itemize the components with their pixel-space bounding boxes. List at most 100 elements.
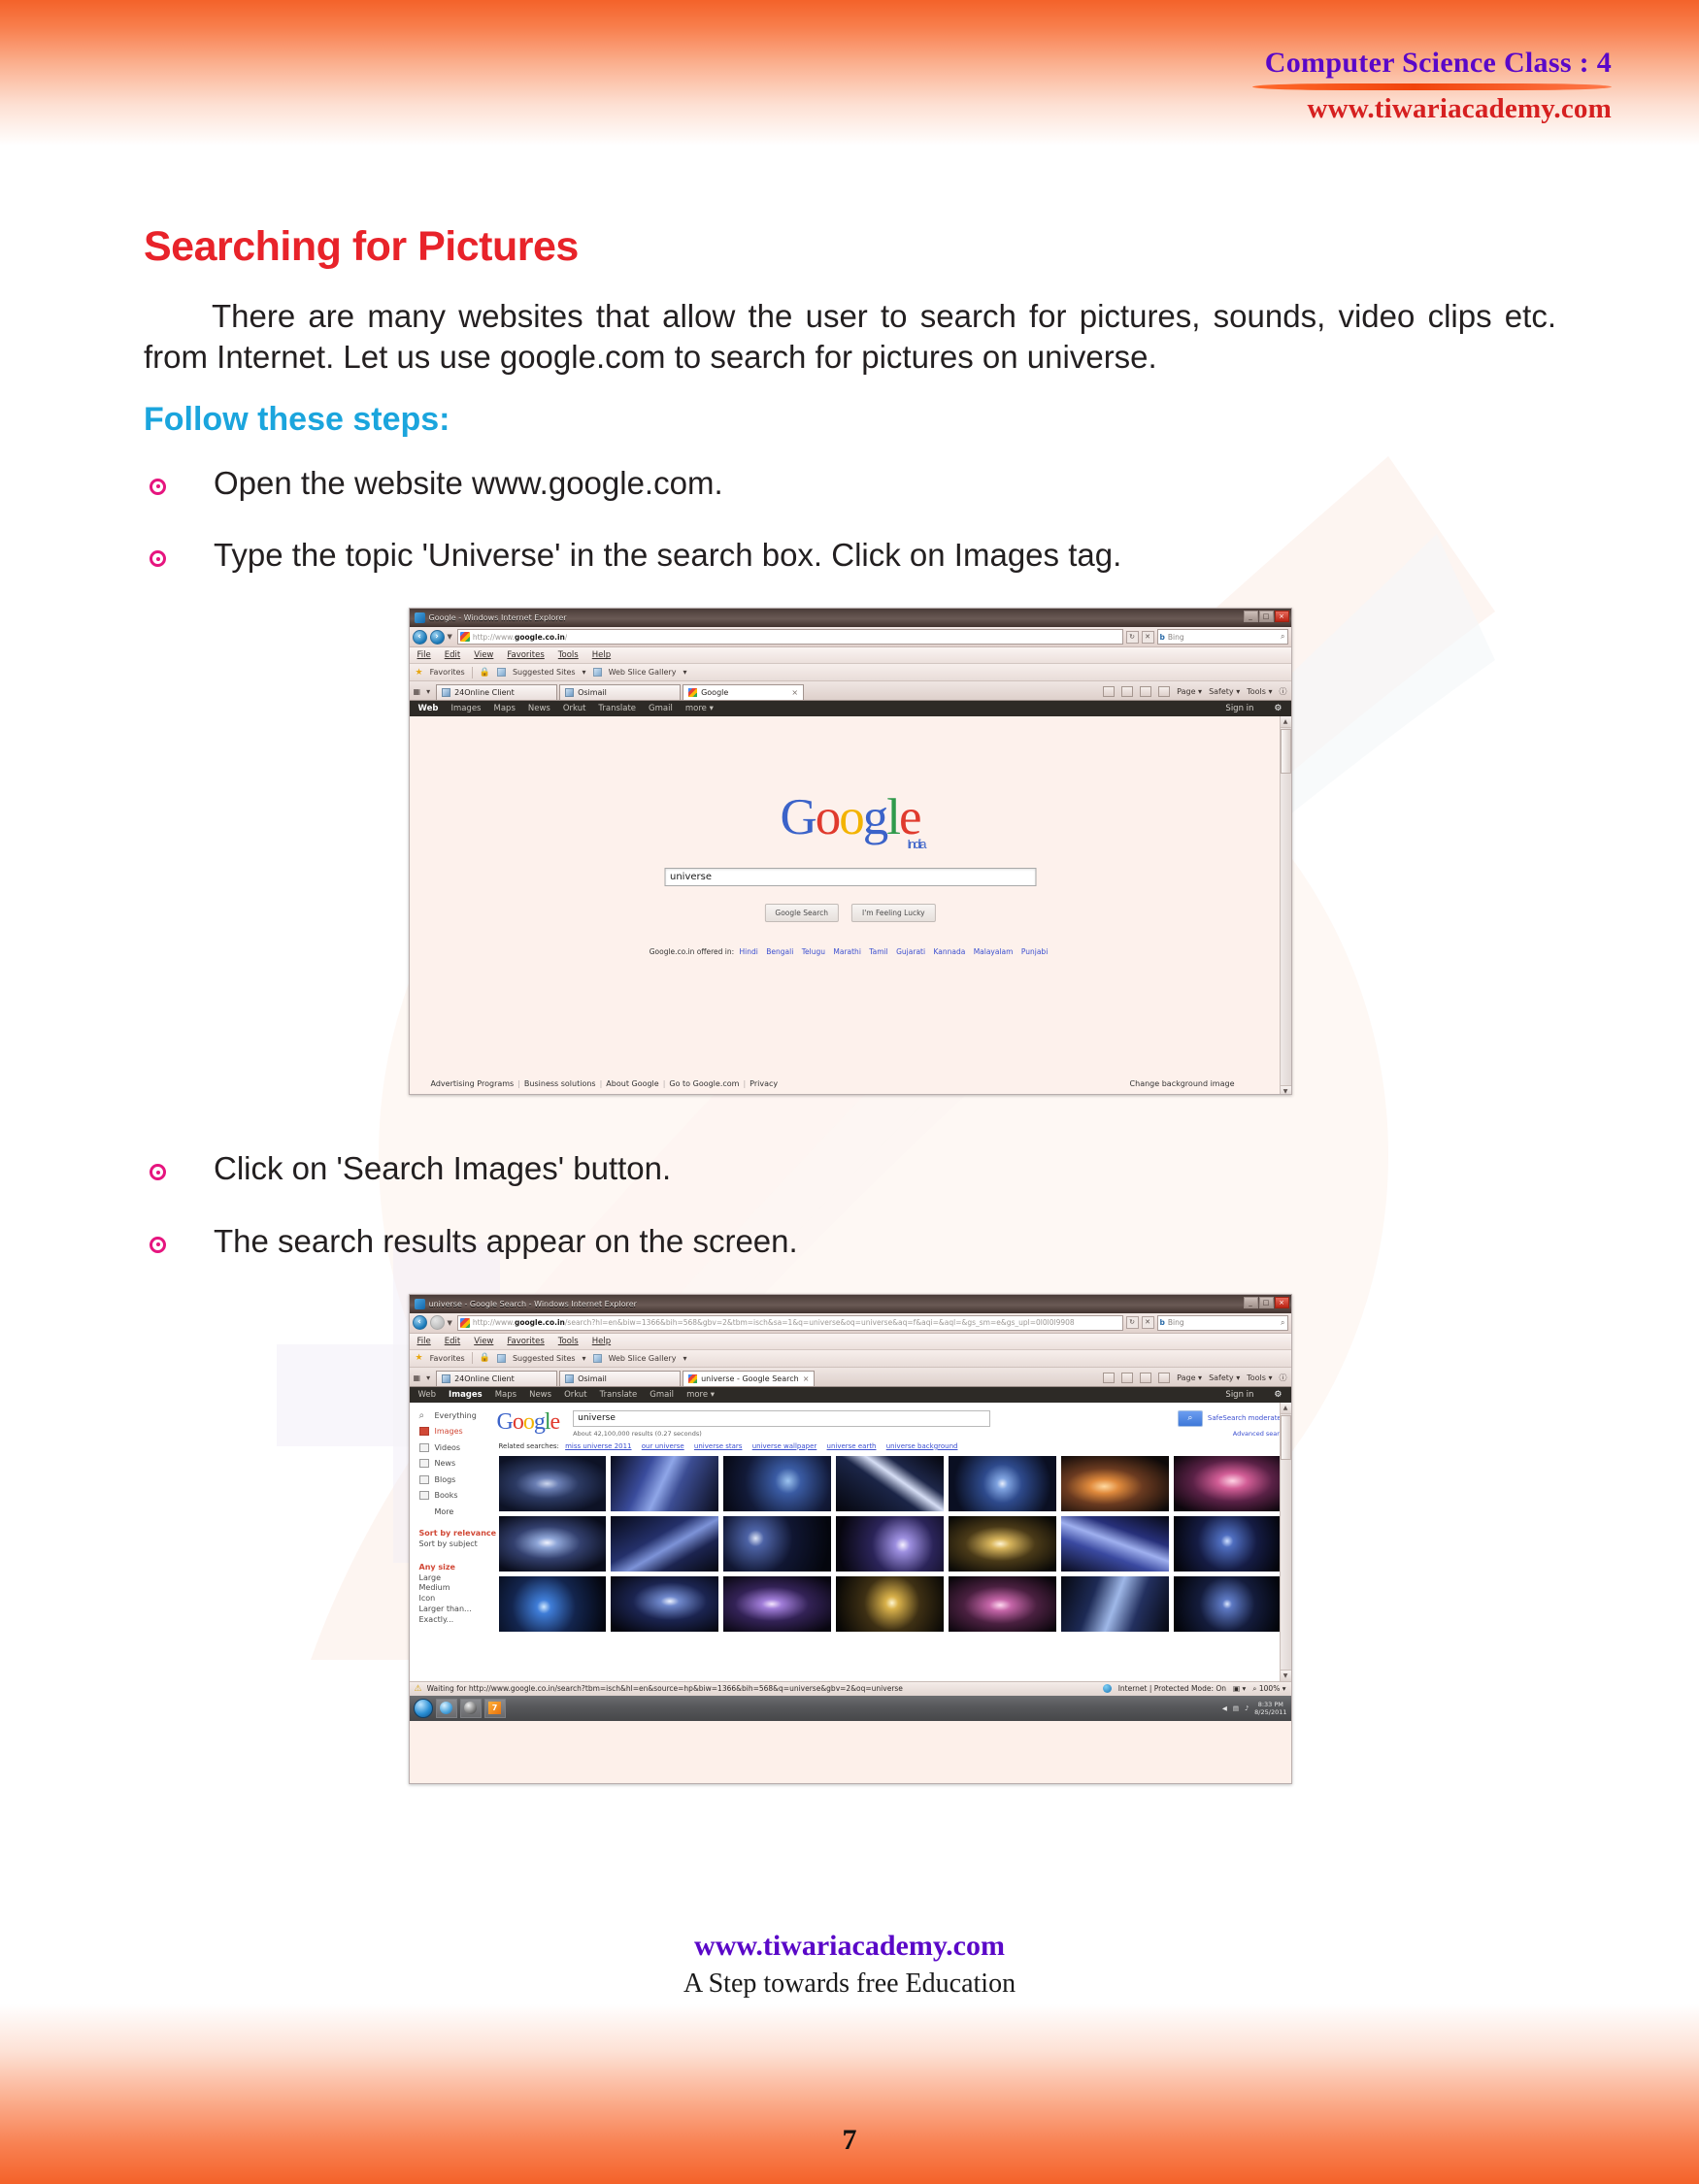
sidebar-item-images[interactable]: Images xyxy=(418,1427,499,1437)
nav-maps[interactable]: Maps xyxy=(495,1390,516,1400)
scrollbar-thumb[interactable] xyxy=(1280,1414,1291,1460)
lang-hindi[interactable]: Hindi xyxy=(740,947,758,956)
advanced-search-link[interactable]: Advanced search xyxy=(1178,1430,1287,1438)
chevron-down-icon[interactable]: ▾ xyxy=(683,668,686,677)
tab-universe-google-search[interactable]: universe - Google Search × xyxy=(683,1370,816,1386)
page-menu[interactable]: Page ▾ xyxy=(1177,687,1202,696)
suggested-sites-label[interactable]: Suggested Sites xyxy=(513,1354,576,1363)
menu-help[interactable]: Help xyxy=(592,1337,611,1346)
vertical-scrollbar[interactable]: ▲ ▼ xyxy=(1279,1402,1291,1681)
web-slice-label[interactable]: Web Slice Gallery xyxy=(609,1354,677,1363)
refresh-icon[interactable]: ↻ xyxy=(1125,630,1139,644)
tab-24online-client[interactable]: 24Online Client xyxy=(436,684,558,701)
size-medium[interactable]: Medium xyxy=(419,1583,499,1594)
thumb-18[interactable] xyxy=(836,1575,944,1632)
mail-icon[interactable] xyxy=(1140,686,1152,698)
menu-file[interactable]: File xyxy=(417,1337,431,1346)
chevron-down-icon[interactable]: ▾ xyxy=(426,687,430,696)
browser-search-box[interactable]: b Bing ⌕ xyxy=(1156,1314,1288,1331)
lang-tamil[interactable]: Tamil xyxy=(869,947,887,956)
related-term-6[interactable]: universe background xyxy=(886,1442,958,1450)
address-bar[interactable]: http://www.google.co.in/ xyxy=(456,629,1123,645)
nav-gmail[interactable]: Gmail xyxy=(649,704,673,713)
menu-file[interactable]: File xyxy=(417,650,431,660)
safety-menu[interactable]: Safety ▾ xyxy=(1209,1373,1240,1382)
nav-translate[interactable]: Translate xyxy=(598,704,636,713)
thumb-17[interactable] xyxy=(723,1575,832,1632)
stop-icon[interactable]: ✕ xyxy=(1141,1316,1154,1330)
results-search-input[interactable]: universe xyxy=(573,1409,991,1427)
taskbar-pdf-icon[interactable]: 7 xyxy=(483,1698,506,1718)
favorites-label[interactable]: Favorites xyxy=(430,668,465,677)
thumb-7[interactable] xyxy=(1173,1455,1282,1511)
sidebar-item-more[interactable]: More xyxy=(435,1507,499,1516)
menu-tools[interactable]: Tools xyxy=(558,1337,579,1346)
lang-telugu[interactable]: Telugu xyxy=(802,947,825,956)
taskbar-clock[interactable]: 8:33 PM 8/25/2011 xyxy=(1254,1701,1286,1716)
favorites-label[interactable]: Favorites xyxy=(430,1354,465,1363)
search-icon[interactable]: ⌕ xyxy=(1281,1318,1284,1328)
help-icon[interactable]: ⓘ xyxy=(1280,686,1287,697)
size-larger-than[interactable]: Larger than... xyxy=(419,1605,499,1615)
thumb-16[interactable] xyxy=(611,1575,719,1632)
sidebar-item-news[interactable]: News xyxy=(418,1459,499,1469)
nav-more[interactable]: more ▾ xyxy=(686,1390,715,1400)
suggested-sites-label[interactable]: Suggested Sites xyxy=(513,668,576,677)
scroll-up-icon[interactable]: ▲ xyxy=(1280,1402,1291,1414)
tab-osimail[interactable]: Osimail xyxy=(559,1370,682,1386)
related-term-4[interactable]: universe wallpaper xyxy=(752,1442,817,1450)
vertical-scrollbar[interactable]: ▲ ▼ xyxy=(1279,716,1291,1095)
bing-search-input[interactable]: Bing xyxy=(1168,633,1278,642)
close-button[interactable]: × xyxy=(1274,1296,1289,1308)
lang-kannada[interactable]: Kannada xyxy=(933,947,965,956)
thumb-8[interactable] xyxy=(498,1515,607,1572)
thumb-4[interactable] xyxy=(836,1455,944,1511)
back-icon[interactable]: ‹ xyxy=(412,629,427,645)
size-any[interactable]: Any size xyxy=(419,1563,499,1572)
feeds-icon[interactable] xyxy=(1121,686,1134,698)
page-menu[interactable]: Page ▾ xyxy=(1177,1373,1202,1382)
thumb-11[interactable] xyxy=(836,1515,944,1572)
lang-gujarati[interactable]: Gujarati xyxy=(896,947,925,956)
zoom-level[interactable]: ⌕ 100% ▾ xyxy=(1252,1684,1285,1694)
chevron-down-icon[interactable]: ▾ xyxy=(583,668,586,677)
nav-orkut[interactable]: Orkut xyxy=(564,1390,587,1400)
related-term-2[interactable]: our universe xyxy=(642,1442,684,1450)
sign-in-link[interactable]: Sign in xyxy=(1225,704,1253,713)
scroll-up-icon[interactable]: ▲ xyxy=(1280,716,1291,729)
nav-orkut[interactable]: Orkut xyxy=(563,704,586,713)
menu-edit[interactable]: Edit xyxy=(445,650,460,660)
browser-search-box[interactable]: b Bing ⌕ xyxy=(1156,629,1288,645)
thumb-20[interactable] xyxy=(1060,1575,1169,1632)
minimize-button[interactable]: _ xyxy=(1243,1296,1258,1308)
address-bar[interactable]: http://www.google.co.in/search?hl=en&biw… xyxy=(456,1314,1123,1331)
menu-edit[interactable]: Edit xyxy=(445,1337,460,1346)
forward-icon[interactable]: › xyxy=(429,629,445,645)
thumb-15[interactable] xyxy=(498,1575,607,1632)
safety-menu[interactable]: Safety ▾ xyxy=(1209,687,1240,696)
sort-by-subject[interactable]: Sort by subject xyxy=(419,1539,499,1550)
link-about-google[interactable]: About Google xyxy=(606,1079,658,1088)
print-icon[interactable] xyxy=(1158,686,1171,698)
chevron-down-icon[interactable]: ▾ xyxy=(583,1354,586,1363)
mail-icon[interactable] xyxy=(1140,1372,1152,1383)
nav-translate[interactable]: Translate xyxy=(600,1390,638,1400)
quick-tabs-icon[interactable]: ▦ xyxy=(414,687,421,696)
home-icon[interactable] xyxy=(1103,1372,1116,1383)
nav-images[interactable]: Images xyxy=(449,1390,483,1400)
tools-menu[interactable]: Tools ▾ xyxy=(1247,687,1272,696)
link-go-to-google-com[interactable]: Go to Google.com xyxy=(669,1079,739,1088)
thumb-1[interactable] xyxy=(498,1455,607,1511)
tab-24online-client[interactable]: 24Online Client xyxy=(436,1370,558,1386)
tray-network-icon[interactable]: ▤ xyxy=(1233,1704,1239,1712)
print-icon[interactable] xyxy=(1158,1372,1171,1383)
compatibility-view-icon[interactable]: ▣ ▾ xyxy=(1233,1684,1246,1693)
safesearch-menu[interactable]: SafeSearch moderate ▾ xyxy=(1208,1414,1287,1422)
related-term-1[interactable]: miss universe 2011 xyxy=(565,1442,631,1450)
thumb-3[interactable] xyxy=(723,1455,832,1511)
scroll-down-icon[interactable]: ▼ xyxy=(1280,1085,1291,1095)
tab-google[interactable]: Google × xyxy=(683,684,805,701)
chevron-down-icon[interactable]: ▾ xyxy=(426,1373,430,1382)
bing-search-input[interactable]: Bing xyxy=(1168,1318,1278,1327)
menu-favorites[interactable]: Favorites xyxy=(507,1337,544,1346)
